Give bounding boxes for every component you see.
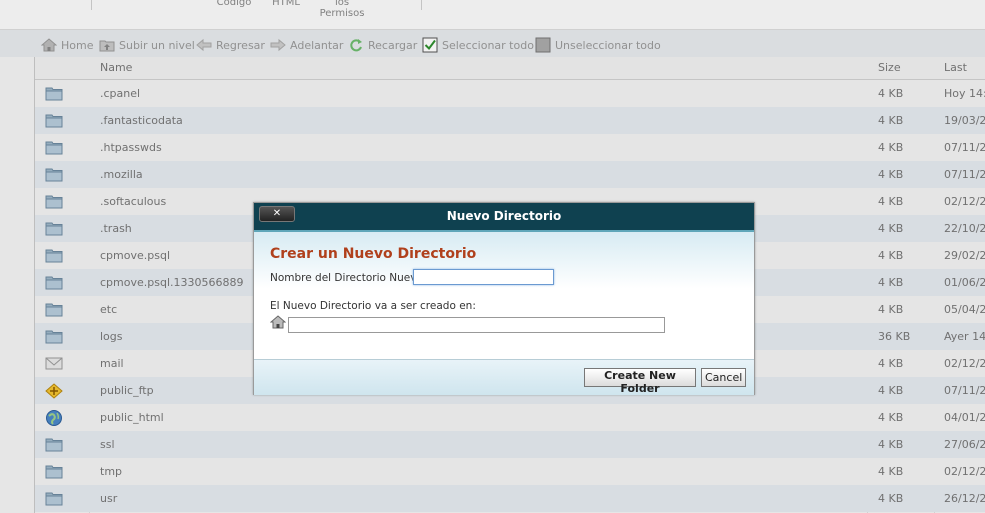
dialog-body: Crear un Nuevo Directorio Nombre del Dir… xyxy=(254,232,754,358)
dialog-title: Nuevo Directorio xyxy=(446,209,562,223)
home-icon xyxy=(270,315,286,329)
create-folder-button[interactable]: Create New Folder xyxy=(584,368,696,395)
directory-name-label: Nombre del Directorio Nuevo: xyxy=(270,272,427,284)
location-input[interactable] xyxy=(288,317,665,333)
close-button[interactable]: ✕ xyxy=(259,206,295,222)
dialog-footer: Create New Folder Cancel xyxy=(254,359,754,395)
dialog-heading: Crear un Nuevo Directorio xyxy=(270,246,477,262)
new-directory-dialog: Nuevo Directorio ✕ Crear un Nuevo Direct… xyxy=(253,202,755,395)
directory-name-input[interactable] xyxy=(413,269,554,285)
location-label: El Nuevo Directorio va a ser creado en: xyxy=(270,300,476,312)
dialog-header: Nuevo Directorio ✕ xyxy=(254,203,754,232)
cancel-button[interactable]: Cancel xyxy=(701,368,746,387)
close-icon: ✕ xyxy=(272,208,282,219)
